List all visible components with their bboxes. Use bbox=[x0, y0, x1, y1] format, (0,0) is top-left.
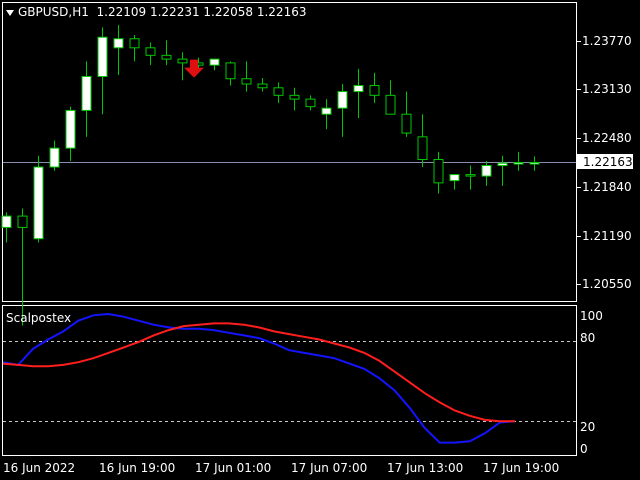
indicator-tick-label: 100 bbox=[580, 309, 603, 323]
indicator-tick-label: 80 bbox=[580, 331, 595, 345]
candle-body[interactable] bbox=[481, 165, 492, 177]
ohlc-values: 1.22109 1.22231 1.22058 1.22163 bbox=[96, 5, 307, 19]
candle-body[interactable] bbox=[81, 75, 92, 111]
price-tick-label: 1.23770 bbox=[582, 34, 632, 48]
candle-body[interactable] bbox=[529, 162, 540, 165]
candle-body[interactable] bbox=[305, 98, 316, 108]
candle-body[interactable] bbox=[401, 113, 412, 134]
candle-body[interactable] bbox=[289, 94, 300, 100]
price-tick-label: 1.20550 bbox=[582, 277, 632, 291]
candle-body[interactable] bbox=[257, 83, 268, 89]
fast-signal-line bbox=[2, 312, 516, 444]
candle-body[interactable] bbox=[97, 36, 108, 77]
candle-body[interactable] bbox=[273, 87, 284, 96]
candlestick-series[interactable] bbox=[1, 25, 540, 326]
candle-body[interactable] bbox=[385, 94, 396, 115]
candle-body[interactable] bbox=[33, 166, 44, 240]
candle-body[interactable] bbox=[513, 162, 524, 165]
indicator-tick-label: 0 bbox=[580, 442, 588, 456]
candle-body[interactable] bbox=[353, 85, 364, 93]
candle-body[interactable] bbox=[49, 147, 60, 168]
time-axis-label: 17 Jun 19:00 bbox=[483, 461, 559, 475]
candle-body[interactable] bbox=[337, 91, 348, 109]
candle-body[interactable] bbox=[417, 136, 428, 160]
indicator-lines bbox=[2, 312, 516, 444]
price-tick-label: 1.23130 bbox=[582, 82, 632, 96]
time-axis-label: 17 Jun 01:00 bbox=[195, 461, 271, 475]
indicator-tick-label: 20 bbox=[580, 420, 595, 434]
current-price-label: 1.22163 bbox=[583, 155, 633, 169]
candle-body[interactable] bbox=[1, 215, 12, 228]
candle-body[interactable] bbox=[465, 174, 476, 177]
candle-body[interactable] bbox=[177, 58, 188, 64]
main-chart-frame bbox=[2, 2, 577, 302]
candle-body[interactable] bbox=[497, 162, 508, 167]
candle-body[interactable] bbox=[65, 109, 76, 149]
candle-body[interactable] bbox=[241, 78, 252, 85]
time-axis-label: 17 Jun 13:00 bbox=[387, 461, 463, 475]
candle-body[interactable] bbox=[161, 54, 172, 60]
level-lines bbox=[3, 341, 576, 422]
candle-body[interactable] bbox=[129, 38, 140, 49]
candle-body[interactable] bbox=[225, 62, 236, 80]
indicator-subwindow-frame bbox=[2, 305, 577, 456]
candle-body[interactable] bbox=[113, 38, 124, 49]
chart-window[interactable]: 1.22163 1.23770 1.23130 1.22480 1.21840 … bbox=[0, 0, 640, 480]
time-axis-label: 17 Jun 07:00 bbox=[291, 461, 367, 475]
candle-body[interactable] bbox=[17, 215, 28, 228]
caret-down-icon[interactable] bbox=[6, 9, 14, 16]
price-tick-label: 1.22480 bbox=[582, 131, 632, 145]
candle-body[interactable] bbox=[369, 85, 380, 96]
candle-body[interactable] bbox=[209, 58, 220, 66]
indicator-name: Scalpostex bbox=[6, 311, 72, 325]
price-tick-label: 1.21190 bbox=[582, 229, 632, 243]
time-axis-label: 16 Jun 2022 bbox=[3, 461, 75, 475]
candle-body[interactable] bbox=[449, 174, 460, 182]
candle-body[interactable] bbox=[145, 47, 156, 56]
candle-body[interactable] bbox=[433, 158, 444, 184]
candle-body[interactable] bbox=[321, 107, 332, 115]
symbol-ohlc-header: GBPUSD,H1 1.22109 1.22231 1.22058 1.2216… bbox=[6, 5, 306, 19]
symbol-timeframe: GBPUSD,H1 bbox=[18, 5, 89, 19]
price-tick-label: 1.21840 bbox=[582, 180, 632, 194]
time-axis-label: 16 Jun 19:00 bbox=[99, 461, 175, 475]
